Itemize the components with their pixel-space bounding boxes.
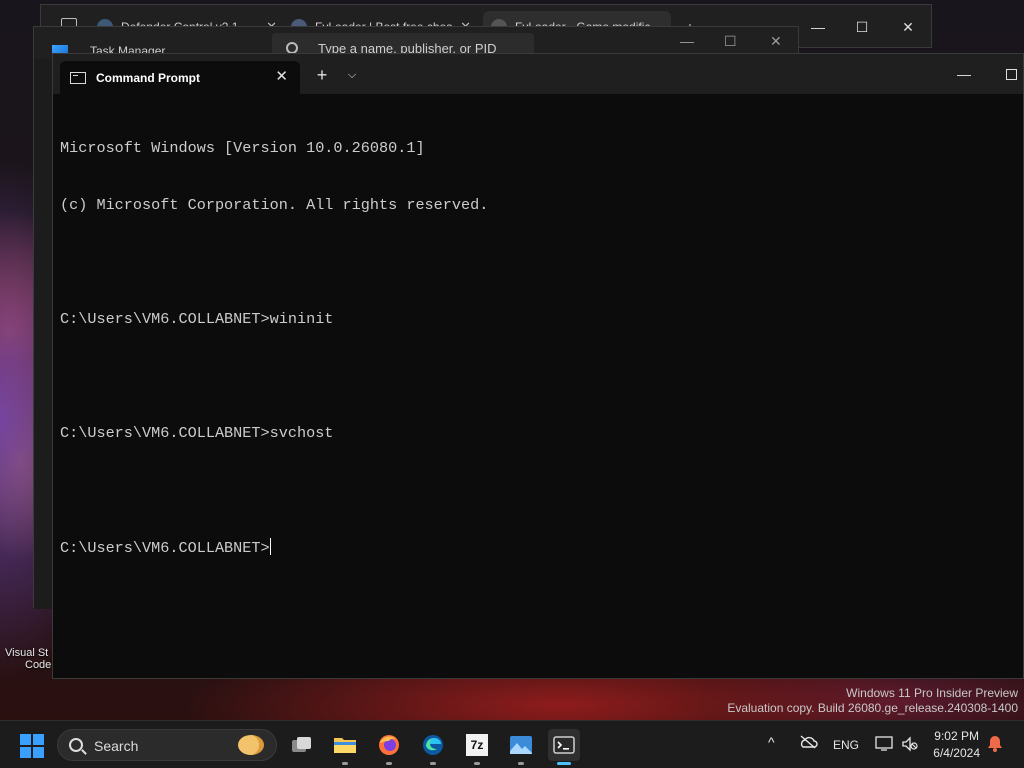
minimize-icon[interactable]: — <box>795 15 841 39</box>
volume-muted-icon[interactable] <box>901 736 919 755</box>
console-output[interactable]: Microsoft Windows [Version 10.0.26080.1]… <box>60 101 1010 661</box>
watermark-build: Evaluation copy. Build 26080.ge_release.… <box>727 701 1018 715</box>
taskbar: Search 7z ^ ENG 9:02 PM 6/4/2024 <box>0 720 1024 768</box>
console-line: C:\Users\VM6.COLLABNET>svchost <box>60 424 334 442</box>
console-line: Microsoft Windows [Version 10.0.26080.1] <box>60 139 425 157</box>
edge-icon[interactable] <box>417 729 449 765</box>
desktop-icon-label[interactable]: Visual St Code <box>5 647 51 671</box>
console-line: C:\Users\VM6.COLLABNET>wininit <box>60 310 334 328</box>
desktop-icon-label-line2: Code <box>25 659 52 671</box>
windows-start-icon[interactable] <box>20 734 44 758</box>
chevron-up-icon[interactable]: ^ <box>768 734 775 750</box>
search-highlight-icon <box>238 735 264 755</box>
console-prompt-line[interactable]: C:\Users\VM6.COLLABNET> <box>60 538 1010 557</box>
command-prompt-icon <box>70 71 86 84</box>
system-clock[interactable]: 9:02 PM 6/4/2024 <box>933 728 980 762</box>
firefox-icon[interactable] <box>373 729 405 765</box>
console-line: (c) Microsoft Corporation. All rights re… <box>60 196 489 214</box>
network-icon[interactable] <box>875 736 893 755</box>
windows-watermark: Windows 11 Pro Insider Preview Evaluatio… <box>727 686 1018 716</box>
terminal-icon[interactable] <box>548 729 580 765</box>
console-prompt: C:\Users\VM6.COLLABNET> <box>60 539 270 557</box>
maximize-icon[interactable] <box>999 62 1023 86</box>
taskbar-search-label: Search <box>94 738 139 754</box>
notification-bell-icon[interactable] <box>987 735 1003 756</box>
minimize-icon[interactable]: — <box>680 33 694 49</box>
taskbar-search[interactable]: Search <box>57 729 277 761</box>
task-view-icon[interactable] <box>286 729 318 761</box>
7zip-label: 7z <box>466 734 488 756</box>
search-icon <box>69 738 83 752</box>
desktop-icon-label-line1: Visual St <box>5 647 49 659</box>
watermark-edition: Windows 11 Pro Insider Preview <box>846 686 1018 700</box>
onedrive-offline-icon[interactable] <box>798 735 818 752</box>
photos-icon[interactable] <box>505 729 537 765</box>
tab-command-prompt[interactable]: Command Prompt ✕ <box>60 61 300 94</box>
plus-icon[interactable]: + <box>311 64 333 86</box>
maximize-icon[interactable]: ☐ <box>839 15 885 39</box>
clock-date: 6/4/2024 <box>933 746 980 760</box>
terminal-tabbar: Command Prompt ✕ + ⌵ — <box>53 54 1023 94</box>
close-window-icon[interactable]: ✕ <box>770 33 782 50</box>
task-manager-sidebar <box>34 59 52 609</box>
maximize-icon[interactable]: ☐ <box>724 33 737 50</box>
file-explorer-icon[interactable] <box>329 729 361 765</box>
terminal-window[interactable]: Command Prompt ✕ + ⌵ — Microsoft Windows… <box>52 53 1024 679</box>
clock-time: 9:02 PM <box>934 729 979 743</box>
close-window-icon[interactable]: ✕ <box>885 15 931 39</box>
language-indicator[interactable]: ENG <box>833 738 859 752</box>
tab-title: Command Prompt <box>96 70 201 85</box>
text-cursor <box>269 538 271 555</box>
7zip-icon[interactable]: 7z <box>461 729 493 765</box>
minimize-icon[interactable]: — <box>949 62 979 86</box>
chevron-down-icon[interactable]: ⌵ <box>341 64 363 86</box>
close-tab-icon[interactable]: ✕ <box>275 68 288 86</box>
